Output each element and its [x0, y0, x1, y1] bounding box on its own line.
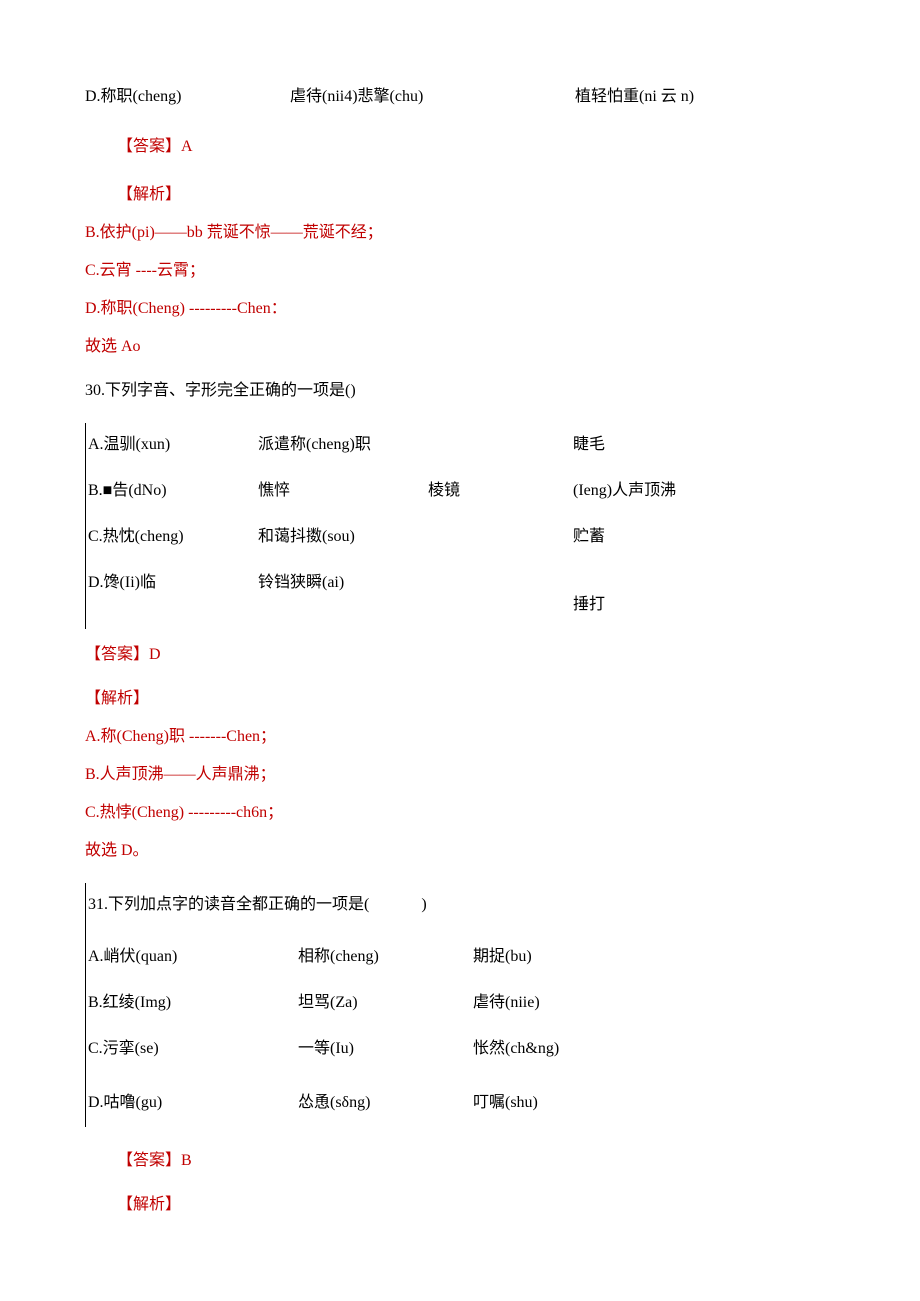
explain-29-b: B.依护(pi)——bb 荒诞不惊——荒诞不经；: [85, 221, 840, 245]
q31-a-2: 相称(cheng): [298, 945, 473, 969]
q29-d-2: 虐待(nii4)悲擎(chu): [290, 85, 575, 109]
q30-options-table: A.温驯(xun) 派遣称(cheng)职 睫毛 B.■告(dNo) 憔悴 棱镜…: [85, 423, 840, 629]
question-30: 30.下列字音、字形完全正确的一项是(): [85, 379, 840, 403]
q31-row-a: A.峭伏(quan) 相称(cheng) 期捉(bu): [88, 935, 840, 981]
answer-29: 【答案】A: [85, 135, 840, 159]
q30-c-4: 贮蓄: [573, 525, 605, 549]
q31-b-3: 虐待(niie): [473, 991, 540, 1015]
q30-b-3: 棱镜: [428, 479, 573, 503]
q30-d-4: 捶打: [573, 571, 605, 617]
explain-label-31: 【解析】: [85, 1193, 840, 1217]
explain-30-c: C.热悖(Cheng) ---------ch6n；: [85, 801, 840, 825]
q30-d-2: 铃铛狭瞬(ai): [258, 571, 428, 595]
conclusion-29: 故选 Ao: [85, 335, 840, 359]
q31-row-b: B.红绫(Img) 坦骂(Za) 虐待(niie): [88, 981, 840, 1027]
q31-b-2: 坦骂(Za): [298, 991, 473, 1015]
q30-d-1: D.馋(Ii)临: [88, 571, 258, 595]
explain-30-a: A.称(Cheng)职 -------Chen；: [85, 725, 840, 749]
answer-30: 【答案】D: [85, 643, 840, 667]
q31-block: 31.下列加点字的读音全都正确的一项是( ) A.峭伏(quan) 相称(che…: [85, 883, 840, 1127]
q29-d-3: 植轻怕重(ni 云 n): [575, 85, 694, 109]
q29-d-1: D.称职(cheng): [85, 85, 290, 109]
q30-row-a: A.温驯(xun) 派遣称(cheng)职 睫毛: [88, 423, 840, 469]
q31-d-3: 叮嘱(shu): [473, 1091, 538, 1115]
explain-label-30: 【解析】: [85, 687, 840, 711]
q31-row-d: D.咕噜(gu) 怂恿(sδng) 叮嘱(shu): [88, 1073, 840, 1127]
q31-row-c: C.污挛(se) 一等(Iu) 怅然(ch&ng): [88, 1027, 840, 1073]
q31-d-2: 怂恿(sδng): [298, 1091, 473, 1115]
explain-29-d: D.称职(Cheng) ---------Chen：: [85, 297, 840, 321]
q30-a-2: 派遣称(cheng)职: [258, 433, 428, 457]
q30-c-2: 和蔼抖擞(sou): [258, 525, 428, 549]
q31-d-1: D.咕噜(gu): [88, 1091, 298, 1115]
q30-c-1: C.热忱(cheng): [88, 525, 258, 549]
q30-b-2: 憔悴: [258, 479, 428, 503]
q31-b-1: B.红绫(Img): [88, 991, 298, 1015]
q30-a-4: 睫毛: [573, 433, 605, 457]
q31-text: 31.下列加点字的读音全都正确的一项是( ): [88, 893, 427, 917]
q31-c-2: 一等(Iu): [298, 1037, 473, 1061]
q30-row-c: C.热忱(cheng) 和蔼抖擞(sou) 贮蓄: [88, 515, 840, 561]
q29-option-d: D.称职(cheng) 虐待(nii4)悲擎(chu) 植轻怕重(ni 云 n): [85, 85, 840, 109]
explain-label-29: 【解析】: [85, 183, 840, 207]
q30-a-3: [428, 433, 573, 457]
q30-b-1: B.■告(dNo): [88, 479, 258, 503]
q31-a-1: A.峭伏(quan): [88, 945, 298, 969]
conclusion-30: 故选 D。: [85, 839, 840, 863]
q30-b-4: (Ieng)人声顶沸: [573, 479, 676, 503]
q31-c-1: C.污挛(se): [88, 1037, 298, 1061]
explain-29-c: C.云宵 ----云霄；: [85, 259, 840, 283]
q30-c-3: [428, 525, 573, 549]
q31-a-3: 期捉(bu): [473, 945, 532, 969]
q30-row-d: D.馋(Ii)临 铃铛狭瞬(ai) 捶打: [88, 561, 840, 629]
q30-row-b: B.■告(dNo) 憔悴 棱镜 (Ieng)人声顶沸: [88, 469, 840, 515]
q30-a-1: A.温驯(xun): [88, 433, 258, 457]
answer-31: 【答案】B: [85, 1149, 840, 1173]
question-31: 31.下列加点字的读音全都正确的一项是( ): [88, 883, 840, 935]
q31-c-3: 怅然(ch&ng): [473, 1037, 559, 1061]
explain-30-b: B.人声顶沸——人声鼎沸；: [85, 763, 840, 787]
